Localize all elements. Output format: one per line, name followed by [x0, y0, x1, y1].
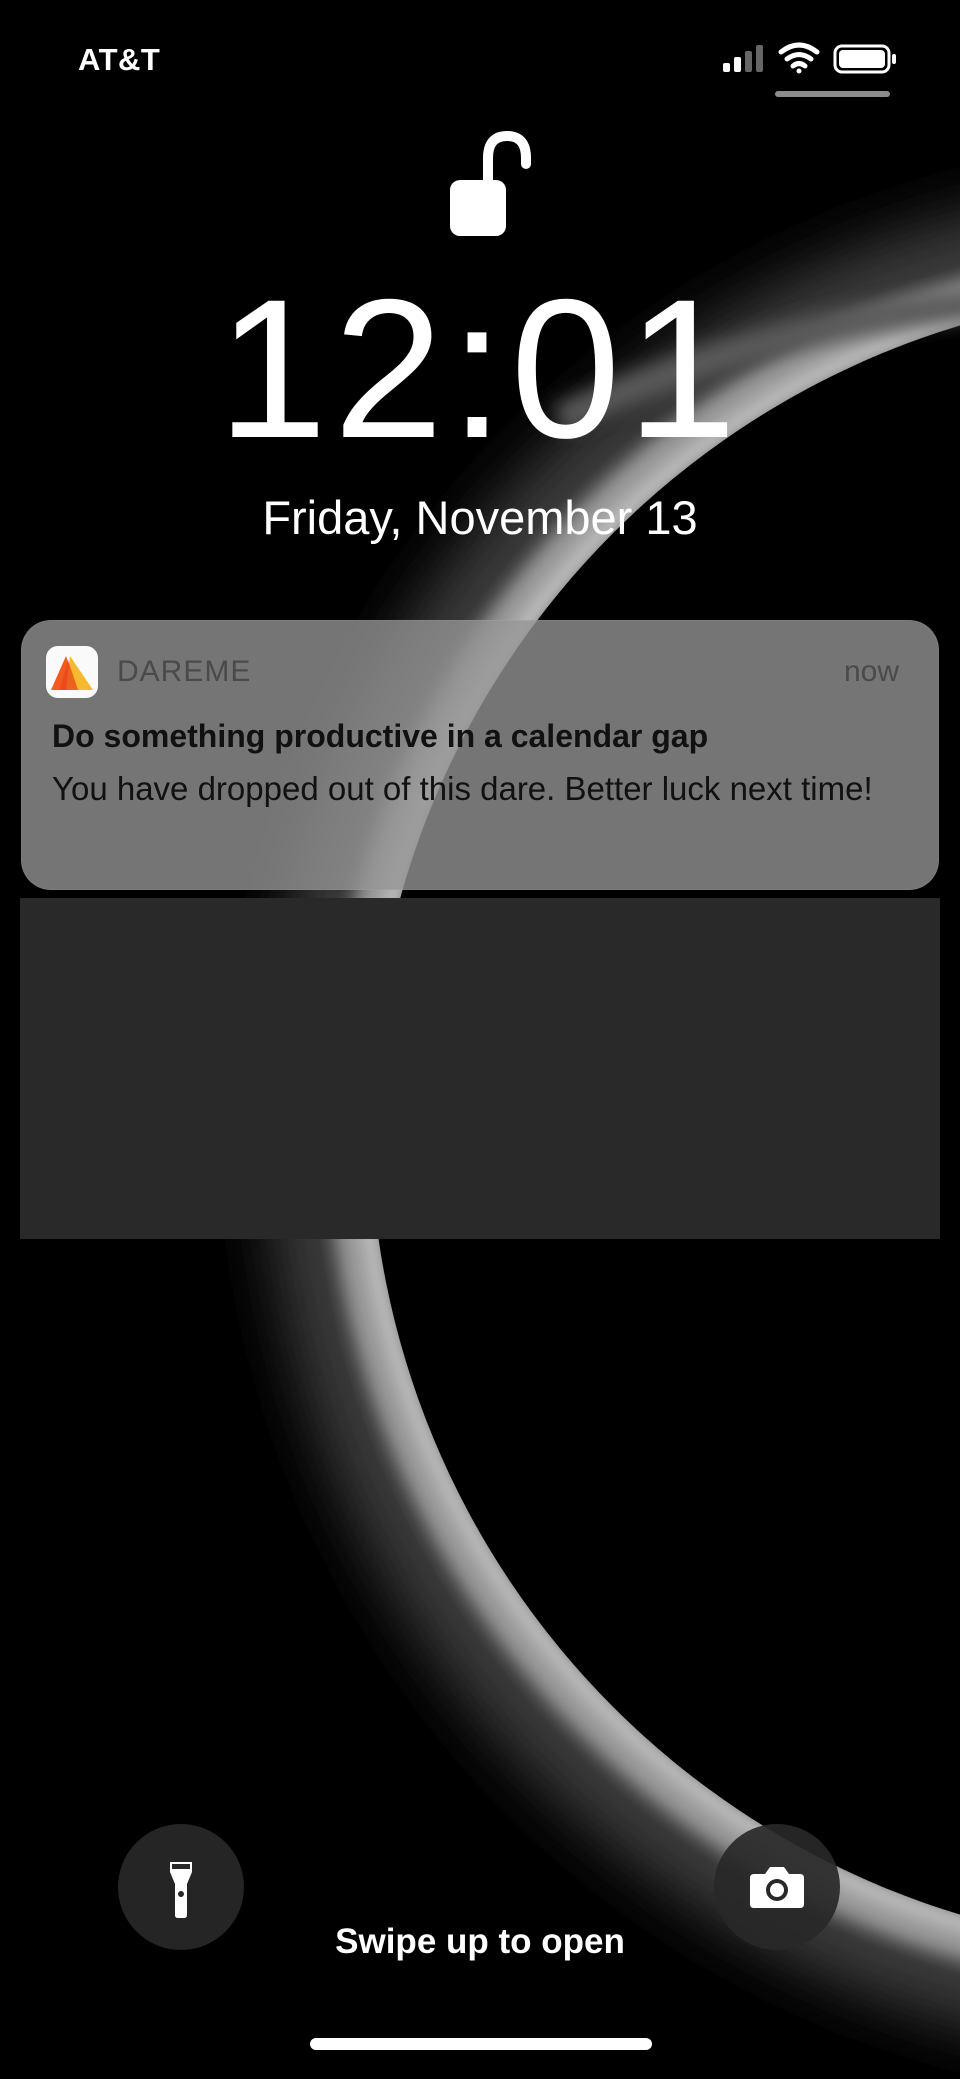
unlocked-padlock-icon	[450, 130, 531, 236]
notification-card[interactable]: DAREME now Do something productive in a …	[21, 620, 939, 890]
battery-icon	[833, 44, 896, 74]
lock-screen[interactable]: AT&T 12:01 Friday, November 13 DAREME no…	[0, 0, 960, 2079]
carrier-label: AT&T	[78, 42, 161, 77]
dark-overlay-panel	[20, 898, 940, 1239]
lock-screen-date: Friday, November 13	[262, 491, 698, 544]
notification-title: Do something productive in a calendar ga…	[52, 718, 709, 754]
home-indicator[interactable]	[310, 2038, 652, 2050]
wifi-icon	[778, 42, 820, 74]
notification-body: You have dropped out of this dare. Bette…	[52, 770, 873, 807]
cellular-signal-icon	[723, 45, 763, 72]
dareme-app-icon	[46, 646, 98, 698]
swipe-up-hint: Swipe up to open	[335, 1922, 625, 1961]
status-icons	[723, 42, 896, 74]
lock-screen-time: 12:01	[217, 258, 743, 479]
control-center-indicator[interactable]	[775, 91, 890, 97]
notification-app-name: DAREME	[117, 655, 252, 688]
notification-timestamp: now	[843, 655, 899, 688]
